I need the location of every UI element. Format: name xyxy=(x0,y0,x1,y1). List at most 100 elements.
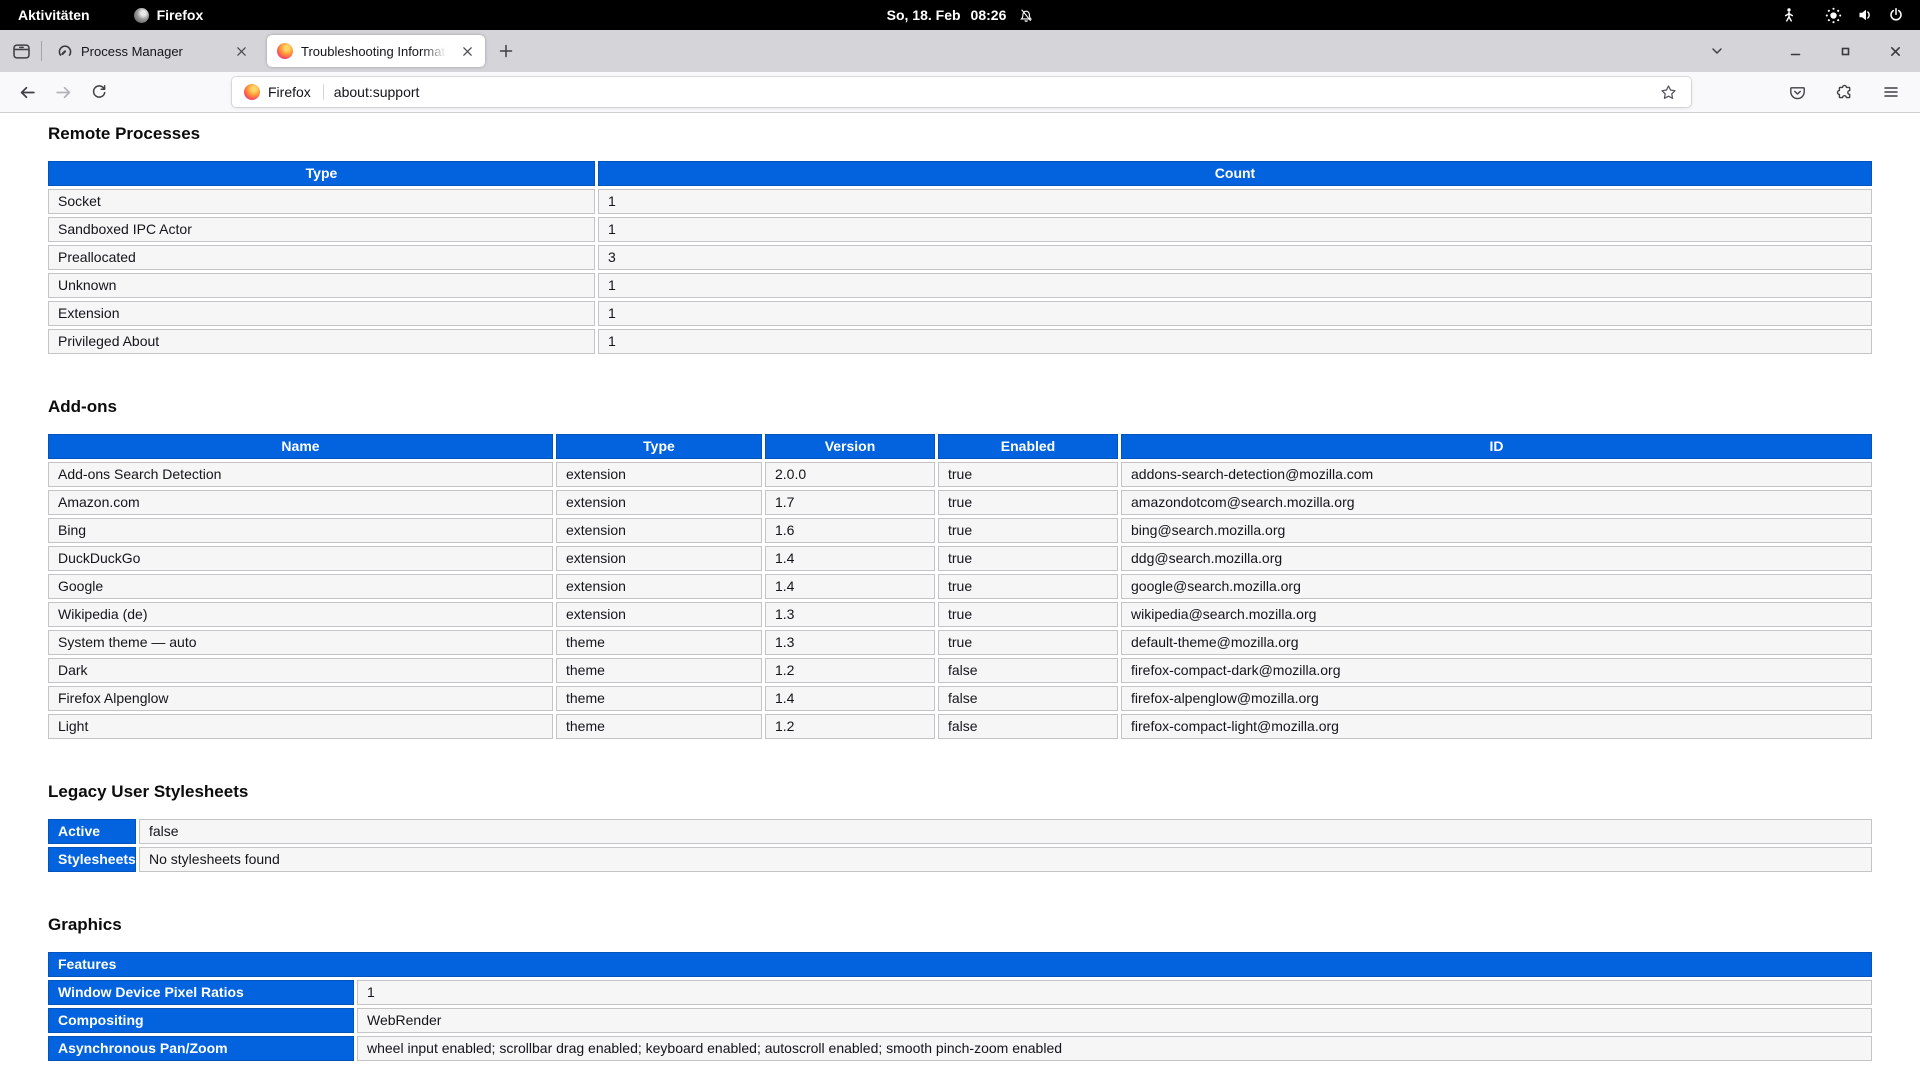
maximize-button[interactable] xyxy=(1830,36,1860,66)
accessibility-icon[interactable] xyxy=(1781,7,1797,23)
tab-close-button[interactable] xyxy=(231,41,251,61)
row-header: Active xyxy=(48,819,136,844)
table-cell: 1.3 xyxy=(765,602,935,627)
firefox-icon xyxy=(277,43,293,59)
volume-icon[interactable] xyxy=(1857,7,1873,23)
table-cell: theme xyxy=(556,658,762,683)
table-cell: firefox-compact-dark@mozilla.org xyxy=(1121,658,1872,683)
column-header: Name xyxy=(48,434,553,459)
table-row: Googleextension1.4truegoogle@search.mozi… xyxy=(48,574,1872,599)
row-header: Asynchronous Pan/Zoom xyxy=(48,1036,354,1061)
section-heading-graphics: Graphics xyxy=(48,915,1872,935)
minimize-button[interactable] xyxy=(1780,36,1810,66)
table-cell: true xyxy=(938,574,1118,599)
table-cell: 1.2 xyxy=(765,658,935,683)
table-cell: theme xyxy=(556,714,762,739)
table-section-header: Features xyxy=(48,952,1872,977)
firefox-view-button[interactable] xyxy=(6,36,36,66)
hamburger-menu-icon[interactable] xyxy=(1876,77,1906,107)
row-header: Window Device Pixel Ratios xyxy=(48,980,354,1005)
table-row: Preallocated3 xyxy=(48,245,1872,270)
forward-button[interactable] xyxy=(48,77,78,107)
power-icon[interactable] xyxy=(1888,7,1904,23)
table-cell: wheel input enabled; scrollbar drag enab… xyxy=(357,1036,1872,1061)
header-row: TypeCount xyxy=(48,161,1872,186)
table-cell: extension xyxy=(556,490,762,515)
row-header: Stylesheets xyxy=(48,847,136,872)
legacy-user-stylesheets-table: Activefalse StylesheetsNo stylesheets fou… xyxy=(45,816,1875,875)
table-cell: Privileged About xyxy=(48,329,595,354)
table-row: System theme — autotheme1.3truedefault-t… xyxy=(48,630,1872,655)
activities-button[interactable]: Aktivitäten xyxy=(18,7,90,23)
table-cell: Dark xyxy=(48,658,553,683)
close-window-button[interactable] xyxy=(1880,36,1910,66)
column-header: ID xyxy=(1121,434,1872,459)
table-cell: Firefox Alpenglow xyxy=(48,686,553,711)
firefox-icon xyxy=(244,84,260,100)
table-cell: theme xyxy=(556,686,762,711)
date-label: So, 18. Feb xyxy=(887,7,961,23)
table-cell: 1.2 xyxy=(765,714,935,739)
pocket-icon[interactable] xyxy=(1782,77,1812,107)
back-button[interactable] xyxy=(12,77,42,107)
column-header: Enabled xyxy=(938,434,1118,459)
table-cell: firefox-compact-light@mozilla.org xyxy=(1121,714,1872,739)
focused-app-name: Firefox xyxy=(157,7,204,23)
url-text[interactable]: about:support xyxy=(334,84,1653,100)
table-cell: addons-search-detection@mozilla.com xyxy=(1121,462,1872,487)
table-cell: 1.7 xyxy=(765,490,935,515)
table-cell: theme xyxy=(556,630,762,655)
focused-app-indicator[interactable]: Firefox xyxy=(134,7,204,23)
table-row: Wikipedia (de)extension1.3truewikipedia@… xyxy=(48,602,1872,627)
identity-divider xyxy=(323,84,324,100)
table-cell: Bing xyxy=(48,518,553,543)
reload-button[interactable] xyxy=(84,77,114,107)
gauge-icon xyxy=(57,43,73,59)
time-label: 08:26 xyxy=(971,7,1007,23)
table-cell: false xyxy=(938,686,1118,711)
brightness-icon[interactable] xyxy=(1825,7,1842,24)
table-cell: wikipedia@search.mozilla.org xyxy=(1121,602,1872,627)
identity-box[interactable]: Firefox xyxy=(240,84,315,100)
notifications-off-icon xyxy=(1018,8,1033,23)
table-cell: false xyxy=(139,819,1872,844)
table-cell: firefox-alpenglow@mozilla.org xyxy=(1121,686,1872,711)
table-row: Activefalse xyxy=(48,819,1872,844)
table-row: StylesheetsNo stylesheets found xyxy=(48,847,1872,872)
table-cell: Wikipedia (de) xyxy=(48,602,553,627)
clock-menu[interactable]: So, 18. Feb 08:26 xyxy=(887,7,1034,23)
table-row: Bingextension1.6truebing@search.mozilla.… xyxy=(48,518,1872,543)
column-header: Version xyxy=(765,434,935,459)
table-row: Window Device Pixel Ratios1 xyxy=(48,980,1872,1005)
list-all-tabs-button[interactable] xyxy=(1702,36,1732,66)
column-header: Type xyxy=(48,161,595,186)
tab-process-manager[interactable]: Process Manager xyxy=(47,35,259,67)
url-bar[interactable]: Firefox about:support xyxy=(232,77,1691,107)
table-cell: true xyxy=(938,518,1118,543)
header-row: NameTypeVersionEnabledID xyxy=(48,434,1872,459)
table-row: Privileged About1 xyxy=(48,329,1872,354)
gnome-top-bar: Aktivitäten Firefox So, 18. Feb 08:26 xyxy=(0,0,1920,30)
table-row: Add-ons Search Detectionextension2.0.0tr… xyxy=(48,462,1872,487)
navigation-toolbar: Firefox about:support xyxy=(0,72,1920,113)
tab-close-button[interactable] xyxy=(457,41,477,61)
extensions-puzzle-icon[interactable] xyxy=(1829,77,1859,107)
table-cell: extension xyxy=(556,518,762,543)
table-cell: System theme — auto xyxy=(48,630,553,655)
table-cell: 1 xyxy=(357,980,1872,1005)
new-tab-button[interactable] xyxy=(491,36,521,66)
table-cell: extension xyxy=(556,546,762,571)
table-cell: false xyxy=(938,714,1118,739)
table-cell: Amazon.com xyxy=(48,490,553,515)
tab-troubleshooting-information[interactable]: Troubleshooting Information xyxy=(267,35,485,67)
table-cell: 1.6 xyxy=(765,518,935,543)
table-cell: Socket xyxy=(48,189,595,214)
table-cell: google@search.mozilla.org xyxy=(1121,574,1872,599)
identity-label: Firefox xyxy=(268,84,311,100)
table-cell: true xyxy=(938,546,1118,571)
table-cell: DuckDuckGo xyxy=(48,546,553,571)
table-cell: true xyxy=(938,630,1118,655)
table-cell: 1.4 xyxy=(765,546,935,571)
bookmark-star-icon[interactable] xyxy=(1653,77,1683,107)
system-status-area[interactable] xyxy=(1781,7,1920,24)
